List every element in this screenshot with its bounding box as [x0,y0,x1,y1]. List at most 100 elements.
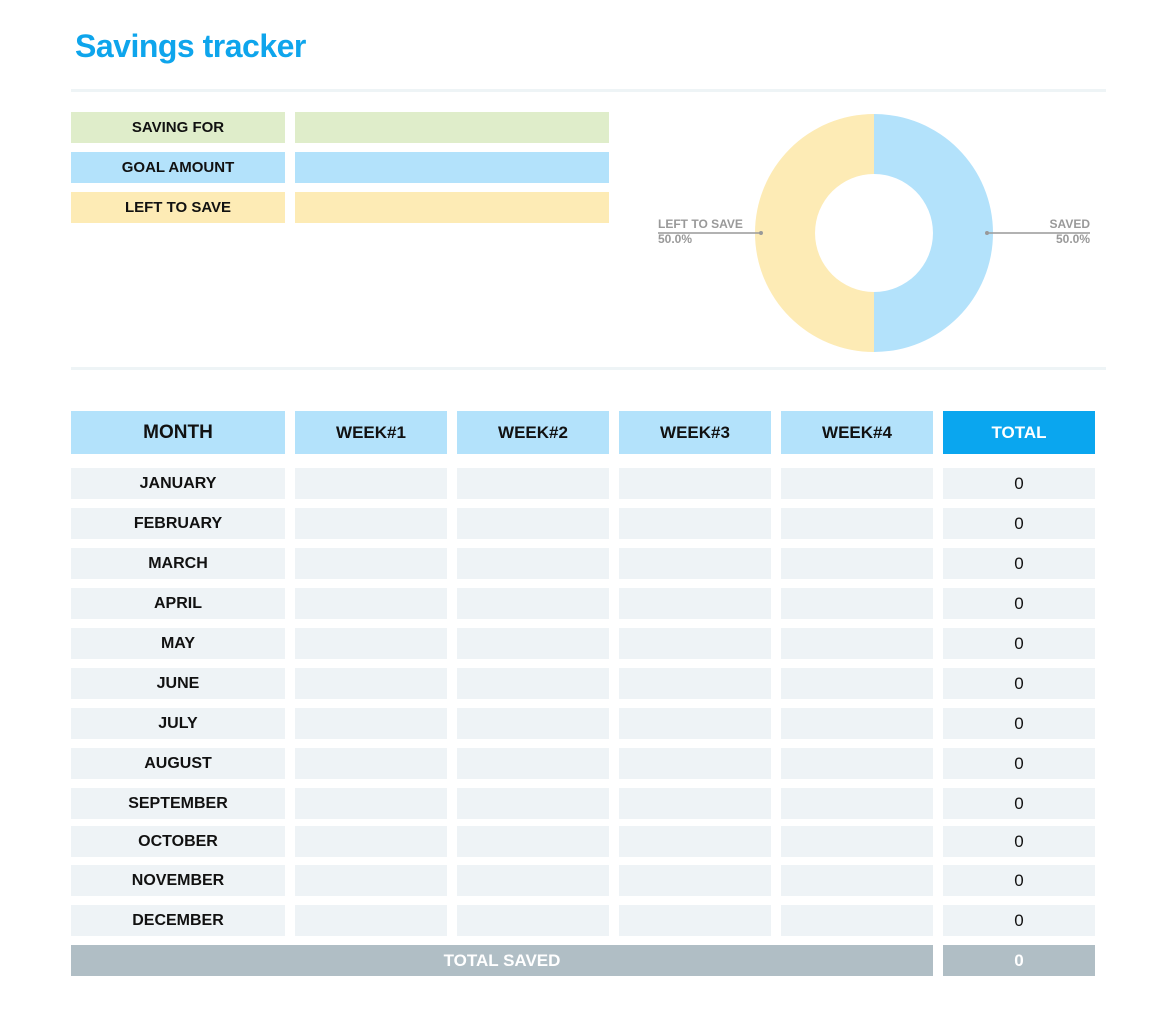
month-label: JANUARY [71,468,285,499]
month-label: MAY [71,628,285,659]
may-week3-input[interactable] [619,628,771,659]
september-week4-input[interactable] [781,788,933,819]
month-label: MARCH [71,548,285,579]
month-label: APRIL [71,588,285,619]
month-total: 0 [943,668,1095,699]
february-week3-input[interactable] [619,508,771,539]
october-week3-input[interactable] [619,826,771,857]
april-week2-input[interactable] [457,588,609,619]
donut-slice-saved [874,114,993,352]
month-label: JULY [71,708,285,739]
december-week3-input[interactable] [619,905,771,936]
month-total: 0 [943,708,1095,739]
july-week4-input[interactable] [781,708,933,739]
column-header-total: TOTAL [943,411,1095,454]
month-label: AUGUST [71,748,285,779]
column-header-week4: WEEK#4 [781,411,933,454]
total-saved-value: 0 [943,945,1095,976]
column-header-month: MONTH [71,411,285,454]
donut-slice-left-to-save [755,114,874,352]
month-total: 0 [943,865,1095,896]
august-week2-input[interactable] [457,748,609,779]
month-label: FEBRUARY [71,508,285,539]
april-week3-input[interactable] [619,588,771,619]
month-total: 0 [943,826,1095,857]
slice-percent-left-to-save: 50.0% [658,232,693,246]
november-week1-input[interactable] [295,865,447,896]
divider [71,89,1106,92]
november-week4-input[interactable] [781,865,933,896]
march-week2-input[interactable] [457,548,609,579]
info-label: LEFT TO SAVE [71,192,285,223]
month-label: OCTOBER [71,826,285,857]
march-week4-input[interactable] [781,548,933,579]
february-week2-input[interactable] [457,508,609,539]
november-week2-input[interactable] [457,865,609,896]
june-week3-input[interactable] [619,668,771,699]
column-header-week2: WEEK#2 [457,411,609,454]
july-week1-input[interactable] [295,708,447,739]
july-week2-input[interactable] [457,708,609,739]
february-week1-input[interactable] [295,508,447,539]
december-week2-input[interactable] [457,905,609,936]
total-saved-label: TOTAL SAVED [71,945,933,976]
june-week4-input[interactable] [781,668,933,699]
slice-name-saved: SAVED [1049,217,1090,231]
march-week3-input[interactable] [619,548,771,579]
october-week1-input[interactable] [295,826,447,857]
slice-name-left-to-save: LEFT TO SAVE [658,217,743,231]
month-total: 0 [943,905,1095,936]
month-total: 0 [943,748,1095,779]
may-week1-input[interactable] [295,628,447,659]
january-week1-input[interactable] [295,468,447,499]
column-header-week1: WEEK#1 [295,411,447,454]
page-title: Savings tracker [75,28,306,64]
march-week1-input[interactable] [295,548,447,579]
april-week1-input[interactable] [295,588,447,619]
june-week1-input[interactable] [295,668,447,699]
august-week3-input[interactable] [619,748,771,779]
info-label: GOAL AMOUNT [71,152,285,183]
month-label: DECEMBER [71,905,285,936]
april-week4-input[interactable] [781,588,933,619]
column-header-week3: WEEK#3 [619,411,771,454]
may-week4-input[interactable] [781,628,933,659]
month-total: 0 [943,588,1095,619]
august-week4-input[interactable] [781,748,933,779]
savings-donut-chart: LEFT TO SAVE 50.0% SAVED 50.0% [640,100,1110,365]
leader-line-left-to-save-dot [759,231,763,235]
january-week4-input[interactable] [781,468,933,499]
month-total: 0 [943,468,1095,499]
divider [71,367,1106,370]
january-week3-input[interactable] [619,468,771,499]
september-week1-input[interactable] [295,788,447,819]
december-week1-input[interactable] [295,905,447,936]
chart-label-saved: SAVED 50.0% [1050,217,1090,247]
left-to-save-input[interactable] [295,192,609,223]
may-week2-input[interactable] [457,628,609,659]
goal-amount-input[interactable] [295,152,609,183]
month-total: 0 [943,628,1095,659]
october-week2-input[interactable] [457,826,609,857]
chart-label-left-to-save: LEFT TO SAVE 50.0% [658,217,743,247]
november-week3-input[interactable] [619,865,771,896]
september-week3-input[interactable] [619,788,771,819]
august-week1-input[interactable] [295,748,447,779]
december-week4-input[interactable] [781,905,933,936]
month-total: 0 [943,508,1095,539]
info-label: SAVING FOR [71,112,285,143]
june-week2-input[interactable] [457,668,609,699]
january-week2-input[interactable] [457,468,609,499]
february-week4-input[interactable] [781,508,933,539]
july-week3-input[interactable] [619,708,771,739]
slice-percent-saved: 50.0% [1055,232,1090,246]
month-total: 0 [943,788,1095,819]
saving-for-input[interactable] [295,112,609,143]
month-label: NOVEMBER [71,865,285,896]
month-label: SEPTEMBER [71,788,285,819]
october-week4-input[interactable] [781,826,933,857]
leader-line-saved-dot [985,231,989,235]
september-week2-input[interactable] [457,788,609,819]
month-label: JUNE [71,668,285,699]
month-total: 0 [943,548,1095,579]
